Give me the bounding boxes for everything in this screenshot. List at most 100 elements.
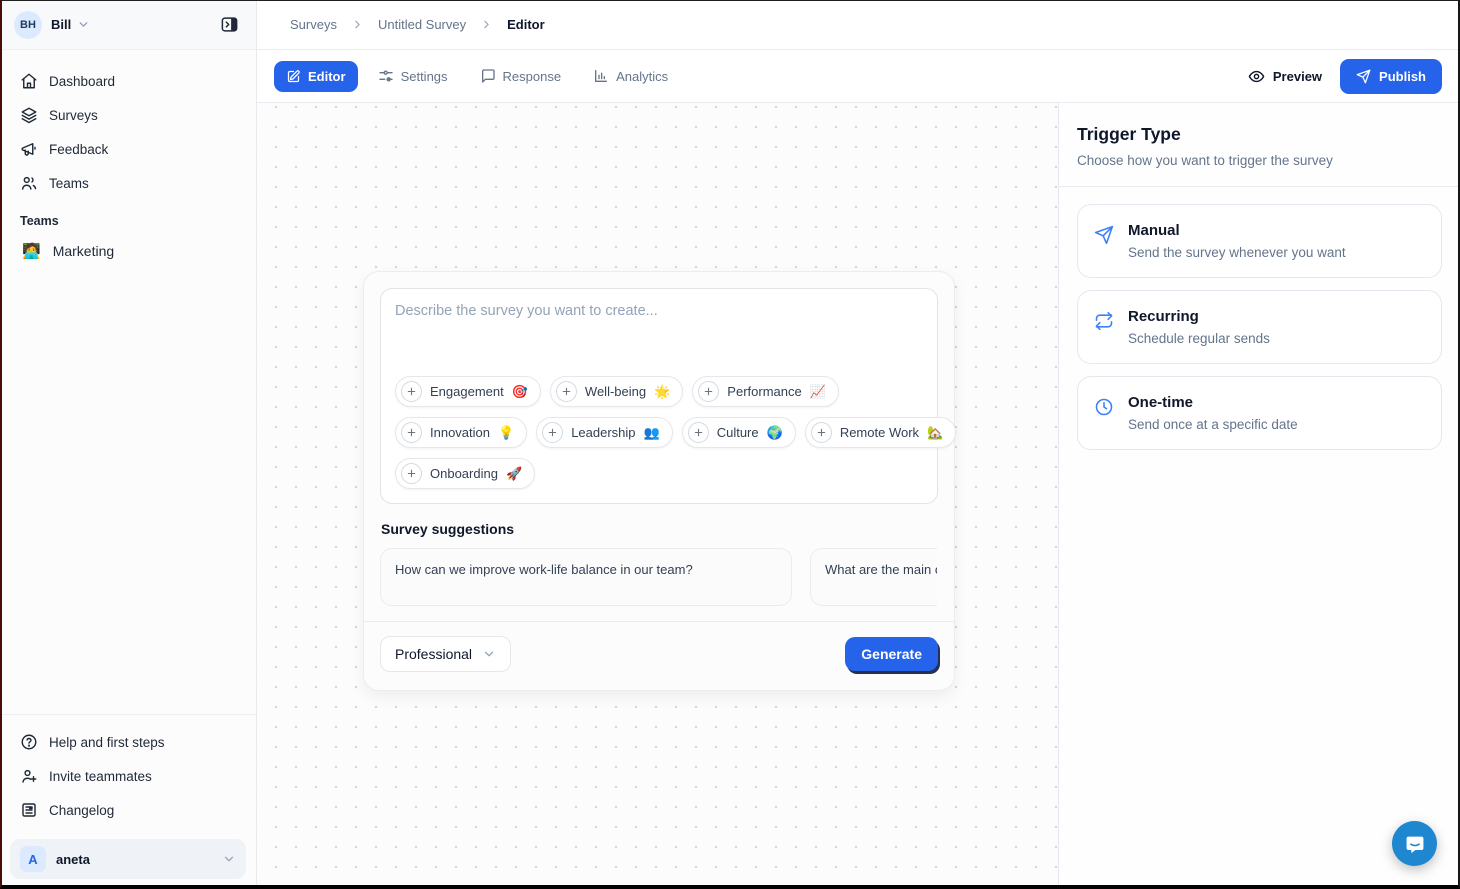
survey-description-input[interactable] — [395, 303, 923, 365]
option-description: Schedule regular sends — [1128, 331, 1270, 346]
chat-smile-icon — [1404, 833, 1426, 855]
account-section: A aneta — [0, 831, 256, 889]
sidebar-team-marketing[interactable]: 🧑‍💻 Marketing — [12, 234, 244, 268]
chip-label: Onboarding — [430, 466, 498, 481]
option-title: One-time — [1128, 394, 1298, 411]
sidebar-item-teams[interactable]: Teams — [12, 166, 244, 200]
chip-emoji: 🚀 — [506, 466, 522, 482]
sidebar-item-label: Surveys — [49, 108, 98, 123]
trigger-type-panel: Trigger Type Choose how you want to trig… — [1058, 103, 1460, 889]
topic-chip-innovation[interactable]: Innovation 💡 — [395, 417, 527, 448]
chip-emoji: 💡 — [498, 425, 514, 441]
chip-label: Engagement — [430, 384, 504, 399]
tab-analytics[interactable]: Analytics — [581, 60, 680, 92]
chip-label: Culture — [717, 425, 759, 440]
chip-emoji: 🌟 — [654, 384, 670, 400]
chip-emoji: 🏡 — [927, 425, 943, 441]
sidebar-item-feedback[interactable]: Feedback — [12, 132, 244, 166]
app-window: BH Bill Dashboard Surveys — [0, 0, 1460, 889]
suggestion-card[interactable]: How can we improve work-life balance in … — [380, 548, 792, 606]
tab-label: Response — [503, 69, 562, 84]
sidebar-spacer — [0, 268, 256, 714]
plus-icon — [401, 381, 422, 402]
trigger-option-one-time[interactable]: One-time Send once at a specific date — [1077, 376, 1442, 450]
sidebar-item-label: Dashboard — [49, 74, 115, 89]
chip-label: Performance — [727, 384, 801, 399]
account-avatar: A — [20, 846, 46, 872]
chat-bubble-icon — [480, 68, 496, 84]
tab-response[interactable]: Response — [468, 60, 574, 92]
preview-button[interactable]: Preview — [1248, 68, 1322, 85]
tone-select[interactable]: Professional — [380, 636, 511, 672]
send-icon — [1094, 222, 1114, 260]
editor-toolbar: Editor Settings Response Analytics — [257, 50, 1460, 102]
chip-emoji: 📈 — [810, 384, 826, 400]
suggestions-row: How can we improve work-life balance in … — [380, 548, 937, 606]
trigger-option-manual[interactable]: Manual Send the survey whenever you want — [1077, 204, 1442, 278]
panel-title: Trigger Type — [1077, 124, 1442, 145]
users-icon — [20, 174, 38, 192]
topic-chip-culture[interactable]: Culture 🌍 — [682, 417, 796, 448]
plus-icon — [401, 422, 422, 443]
team-label: Marketing — [53, 243, 114, 259]
trigger-option-recurring[interactable]: Recurring Schedule regular sends — [1077, 290, 1442, 364]
topic-chip-performance[interactable]: Performance 📈 — [692, 376, 839, 407]
composer-footer: Professional Generate — [364, 621, 954, 674]
repeat-icon — [1094, 308, 1114, 346]
collapse-sidebar-button[interactable] — [214, 10, 244, 40]
chevron-right-icon — [480, 18, 493, 31]
chat-launcher-button[interactable] — [1392, 821, 1437, 866]
workspace-name: Bill — [51, 17, 71, 32]
chip-label: Remote Work — [840, 425, 919, 440]
chip-emoji: 👥 — [644, 425, 660, 441]
sidebar-footer: Help and first steps Invite teammates Ch… — [0, 714, 256, 831]
sidebar-item-surveys[interactable]: Surveys — [12, 98, 244, 132]
topic-chip-engagement[interactable]: Engagement 🎯 — [395, 376, 541, 407]
sidebar-item-label: Teams — [49, 176, 89, 191]
suggestion-card[interactable]: What are the main ob — [810, 548, 937, 606]
tab-editor[interactable]: Editor — [274, 61, 358, 92]
publish-button[interactable]: Publish — [1340, 59, 1442, 94]
account-name: aneta — [56, 852, 90, 867]
topic-chip-onboarding[interactable]: Onboarding 🚀 — [395, 458, 535, 489]
option-description: Send once at a specific date — [1128, 417, 1298, 432]
sidebar-item-invite[interactable]: Invite teammates — [12, 759, 244, 793]
clock-icon — [1094, 394, 1114, 432]
tab-settings[interactable]: Settings — [366, 60, 460, 92]
topic-chip-leadership[interactable]: Leadership 👥 — [536, 417, 673, 448]
sidebar-item-label: Feedback — [49, 142, 108, 157]
editor-canvas[interactable]: Engagement 🎯 Well-being 🌟 — [257, 103, 1058, 889]
chevron-right-icon — [351, 18, 364, 31]
sidebar-item-dashboard[interactable]: Dashboard — [12, 64, 244, 98]
sidebar: BH Bill Dashboard Surveys — [0, 0, 257, 889]
topic-chip-well-being[interactable]: Well-being 🌟 — [550, 376, 683, 407]
chevron-down-icon — [482, 647, 496, 661]
breadcrumb: Surveys Untitled Survey Editor — [257, 0, 1460, 50]
main-content: Surveys Untitled Survey Editor Editor Se… — [257, 0, 1460, 889]
publish-label: Publish — [1379, 69, 1426, 84]
tone-value: Professional — [395, 646, 472, 662]
sidebar-item-changelog[interactable]: Changelog — [12, 793, 244, 827]
chip-label: Leadership — [571, 425, 635, 440]
help-circle-icon — [20, 733, 38, 751]
breadcrumb-surveys[interactable]: Surveys — [290, 17, 337, 32]
teams-section-label: Teams — [12, 200, 244, 234]
plus-icon — [698, 381, 719, 402]
changelog-icon — [20, 801, 38, 819]
pencil-square-icon — [286, 69, 301, 84]
option-description: Send the survey whenever you want — [1128, 245, 1346, 260]
topic-chip-remote-work[interactable]: Remote Work 🏡 — [805, 417, 956, 448]
sidebar-item-label: Invite teammates — [49, 769, 152, 784]
account-menu[interactable]: A aneta — [10, 839, 246, 879]
tab-label: Editor — [308, 69, 346, 84]
home-icon — [20, 72, 38, 90]
trigger-panel-header: Trigger Type Choose how you want to trig… — [1059, 103, 1460, 187]
sidebar-item-help[interactable]: Help and first steps — [12, 725, 244, 759]
sliders-icon — [378, 68, 394, 84]
chip-label: Well-being — [585, 384, 646, 399]
generate-button[interactable]: Generate — [845, 637, 938, 671]
workspace-switcher[interactable]: BH Bill — [0, 0, 256, 50]
sidebar-collapse-icon — [220, 15, 239, 34]
tab-label: Analytics — [616, 69, 668, 84]
breadcrumb-survey-name[interactable]: Untitled Survey — [378, 17, 466, 32]
